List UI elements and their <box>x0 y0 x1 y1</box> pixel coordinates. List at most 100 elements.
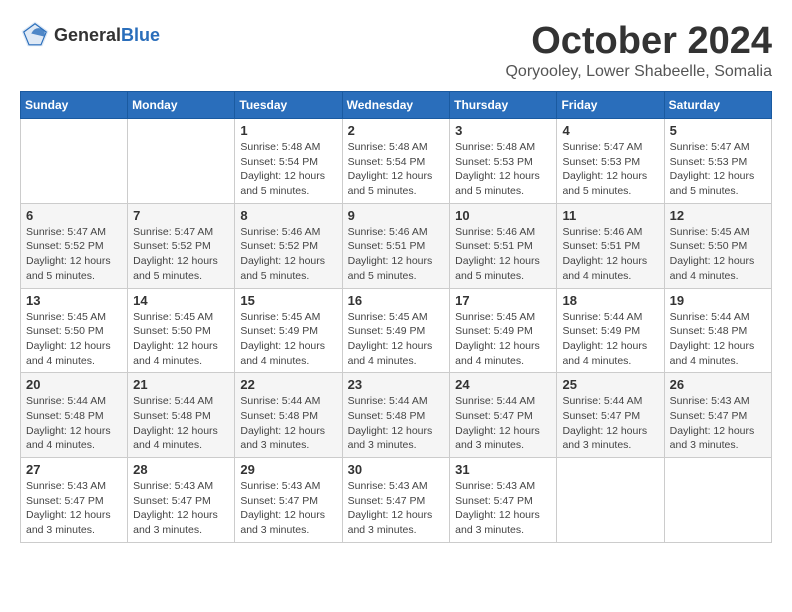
day-number: 25 <box>562 377 658 392</box>
calendar-cell: 24Sunrise: 5:44 AMSunset: 5:47 PMDayligh… <box>450 373 557 458</box>
calendar-header-row: SundayMondayTuesdayWednesdayThursdayFrid… <box>21 92 772 119</box>
calendar-cell: 28 Sunrise: 5:43 AMSunset: 5:47 PMDayligh… <box>128 458 235 543</box>
day-info: Sunrise: 5:46 AMSunset: 5:51 PMDaylight:… <box>455 225 551 284</box>
calendar-cell: 26 Sunrise: 5:43 AMSunset: 5:47 PMDayligh… <box>664 373 771 458</box>
logo-wordmark: GeneralBlue <box>54 25 160 46</box>
calendar-cell: 23Sunrise: 5:44 AMSunset: 5:48 PMDayligh… <box>342 373 450 458</box>
calendar-table: SundayMondayTuesdayWednesdayThursdayFrid… <box>20 91 772 543</box>
day-number: 2 <box>348 123 445 138</box>
day-info: Sunrise: 5:47 AMSunset: 5:52 PMDaylight:… <box>133 225 229 284</box>
day-info: Sunrise: 5:46 AMSunset: 5:51 PMDaylight:… <box>348 225 445 284</box>
day-info: Sunrise: 5:47 AMSunset: 5:52 PMDaylight:… <box>26 225 122 284</box>
day-number: 4 <box>562 123 658 138</box>
day-info: Sunrise: 5:44 AMSunset: 5:49 PMDaylight:… <box>562 310 658 369</box>
day-number: 9 <box>348 208 445 223</box>
calendar-cell: 15 Sunrise: 5:45 AMSunset: 5:49 PMDayligh… <box>235 288 342 373</box>
calendar-cell: 6 Sunrise: 5:47 AMSunset: 5:52 PMDaylight… <box>21 203 128 288</box>
day-number: 13 <box>26 293 122 308</box>
calendar-cell: 5 Sunrise: 5:47 AMSunset: 5:53 PMDaylight… <box>664 119 771 204</box>
day-number: 27 <box>26 462 122 477</box>
day-info: Sunrise: 5:46 AMSunset: 5:51 PMDaylight:… <box>562 225 658 284</box>
page-header: GeneralBlue October 2024 Qoryooley, Lowe… <box>20 20 772 81</box>
calendar-cell: 31 Sunrise: 5:43 AMSunset: 5:47 PMDayligh… <box>450 458 557 543</box>
day-number: 15 <box>240 293 336 308</box>
day-number: 29 <box>240 462 336 477</box>
calendar-week-4: 20Sunrise: 5:44 AMSunset: 5:48 PMDayligh… <box>21 373 772 458</box>
calendar-cell: 27Sunrise: 5:43 AMSunset: 5:47 PMDayligh… <box>21 458 128 543</box>
day-info: Sunrise: 5:43 AMSunset: 5:47 PMDaylight:… <box>133 479 229 538</box>
day-number: 30 <box>348 462 445 477</box>
calendar-week-5: 27 Sunrise: 5:43 AMSunset: 5:47 PMDayligh… <box>21 458 772 543</box>
day-info: Sunrise: 5:45 AMSunset: 5:50 PMDaylight:… <box>133 310 229 369</box>
calendar-cell: 14Sunrise: 5:45 AMSunset: 5:50 PMDayligh… <box>128 288 235 373</box>
day-info: Sunrise: 5:45 AMSunset: 5:50 PMDaylight:… <box>26 310 122 369</box>
logo: GeneralBlue <box>20 20 160 50</box>
day-number: 26 <box>670 377 766 392</box>
day-number: 11 <box>562 208 658 223</box>
calendar-cell: 21 Sunrise: 5:44 AMSunset: 5:48 PMDayligh… <box>128 373 235 458</box>
day-info: Sunrise: 5:44 AMSunset: 5:48 PMDaylight:… <box>26 394 122 453</box>
calendar-cell: 29Sunrise: 5:43 AMSunset: 5:47 PMDayligh… <box>235 458 342 543</box>
weekday-header-tuesday: Tuesday <box>235 92 342 119</box>
day-number: 1 <box>240 123 336 138</box>
day-number: 3 <box>455 123 551 138</box>
calendar-cell <box>128 119 235 204</box>
day-number: 24 <box>455 377 551 392</box>
calendar-cell: 4 Sunrise: 5:47 AMSunset: 5:53 PMDaylight… <box>557 119 664 204</box>
calendar-cell: 10 Sunrise: 5:46 AMSunset: 5:51 PMDayligh… <box>450 203 557 288</box>
day-info: Sunrise: 5:43 AMSunset: 5:47 PMDaylight:… <box>348 479 445 538</box>
day-number: 31 <box>455 462 551 477</box>
calendar-cell: 13 Sunrise: 5:45 AMSunset: 5:50 PMDayligh… <box>21 288 128 373</box>
calendar-cell: 19 Sunrise: 5:44 AMSunset: 5:48 PMDayligh… <box>664 288 771 373</box>
calendar-week-2: 6 Sunrise: 5:47 AMSunset: 5:52 PMDaylight… <box>21 203 772 288</box>
day-number: 10 <box>455 208 551 223</box>
logo-text-general: General <box>54 25 121 45</box>
calendar-cell: 18 Sunrise: 5:44 AMSunset: 5:49 PMDayligh… <box>557 288 664 373</box>
day-number: 16 <box>348 293 445 308</box>
day-info: Sunrise: 5:45 AMSunset: 5:49 PMDaylight:… <box>240 310 336 369</box>
day-info: Sunrise: 5:44 AMSunset: 5:48 PMDaylight:… <box>240 394 336 453</box>
calendar-week-1: 1 Sunrise: 5:48 AMSunset: 5:54 PMDaylight… <box>21 119 772 204</box>
title-section: October 2024 Qoryooley, Lower Shabeelle,… <box>505 20 772 81</box>
day-info: Sunrise: 5:44 AMSunset: 5:48 PMDaylight:… <box>670 310 766 369</box>
day-info: Sunrise: 5:46 AMSunset: 5:52 PMDaylight:… <box>240 225 336 284</box>
month-title: October 2024 <box>505 20 772 63</box>
weekday-header-friday: Friday <box>557 92 664 119</box>
day-info: Sunrise: 5:47 AMSunset: 5:53 PMDaylight:… <box>670 140 766 199</box>
calendar-cell: 11 Sunrise: 5:46 AMSunset: 5:51 PMDayligh… <box>557 203 664 288</box>
calendar-cell: 22Sunrise: 5:44 AMSunset: 5:48 PMDayligh… <box>235 373 342 458</box>
day-number: 18 <box>562 293 658 308</box>
logo-icon <box>20 20 50 50</box>
day-info: Sunrise: 5:48 AMSunset: 5:53 PMDaylight:… <box>455 140 551 199</box>
day-number: 8 <box>240 208 336 223</box>
day-number: 6 <box>26 208 122 223</box>
calendar-cell <box>21 119 128 204</box>
day-info: Sunrise: 5:43 AMSunset: 5:47 PMDaylight:… <box>455 479 551 538</box>
calendar-cell: 25Sunrise: 5:44 AMSunset: 5:47 PMDayligh… <box>557 373 664 458</box>
calendar-cell: 12Sunrise: 5:45 AMSunset: 5:50 PMDayligh… <box>664 203 771 288</box>
day-info: Sunrise: 5:47 AMSunset: 5:53 PMDaylight:… <box>562 140 658 199</box>
day-number: 12 <box>670 208 766 223</box>
calendar-cell: 20Sunrise: 5:44 AMSunset: 5:48 PMDayligh… <box>21 373 128 458</box>
calendar-cell: 7Sunrise: 5:47 AMSunset: 5:52 PMDaylight… <box>128 203 235 288</box>
calendar-cell: 17Sunrise: 5:45 AMSunset: 5:49 PMDayligh… <box>450 288 557 373</box>
day-info: Sunrise: 5:43 AMSunset: 5:47 PMDaylight:… <box>670 394 766 453</box>
day-info: Sunrise: 5:44 AMSunset: 5:48 PMDaylight:… <box>133 394 229 453</box>
day-number: 21 <box>133 377 229 392</box>
day-info: Sunrise: 5:48 AMSunset: 5:54 PMDaylight:… <box>348 140 445 199</box>
day-number: 28 <box>133 462 229 477</box>
calendar-week-3: 13 Sunrise: 5:45 AMSunset: 5:50 PMDayligh… <box>21 288 772 373</box>
day-number: 19 <box>670 293 766 308</box>
calendar-cell <box>664 458 771 543</box>
calendar-cell: 9 Sunrise: 5:46 AMSunset: 5:51 PMDaylight… <box>342 203 450 288</box>
calendar-cell: 3 Sunrise: 5:48 AMSunset: 5:53 PMDaylight… <box>450 119 557 204</box>
weekday-header-wednesday: Wednesday <box>342 92 450 119</box>
calendar-cell: 8 Sunrise: 5:46 AMSunset: 5:52 PMDaylight… <box>235 203 342 288</box>
day-info: Sunrise: 5:48 AMSunset: 5:54 PMDaylight:… <box>240 140 336 199</box>
weekday-header-thursday: Thursday <box>450 92 557 119</box>
calendar-cell: 16Sunrise: 5:45 AMSunset: 5:49 PMDayligh… <box>342 288 450 373</box>
weekday-header-sunday: Sunday <box>21 92 128 119</box>
day-number: 5 <box>670 123 766 138</box>
location-subtitle: Qoryooley, Lower Shabeelle, Somalia <box>505 63 772 81</box>
calendar-cell: 1 Sunrise: 5:48 AMSunset: 5:54 PMDaylight… <box>235 119 342 204</box>
